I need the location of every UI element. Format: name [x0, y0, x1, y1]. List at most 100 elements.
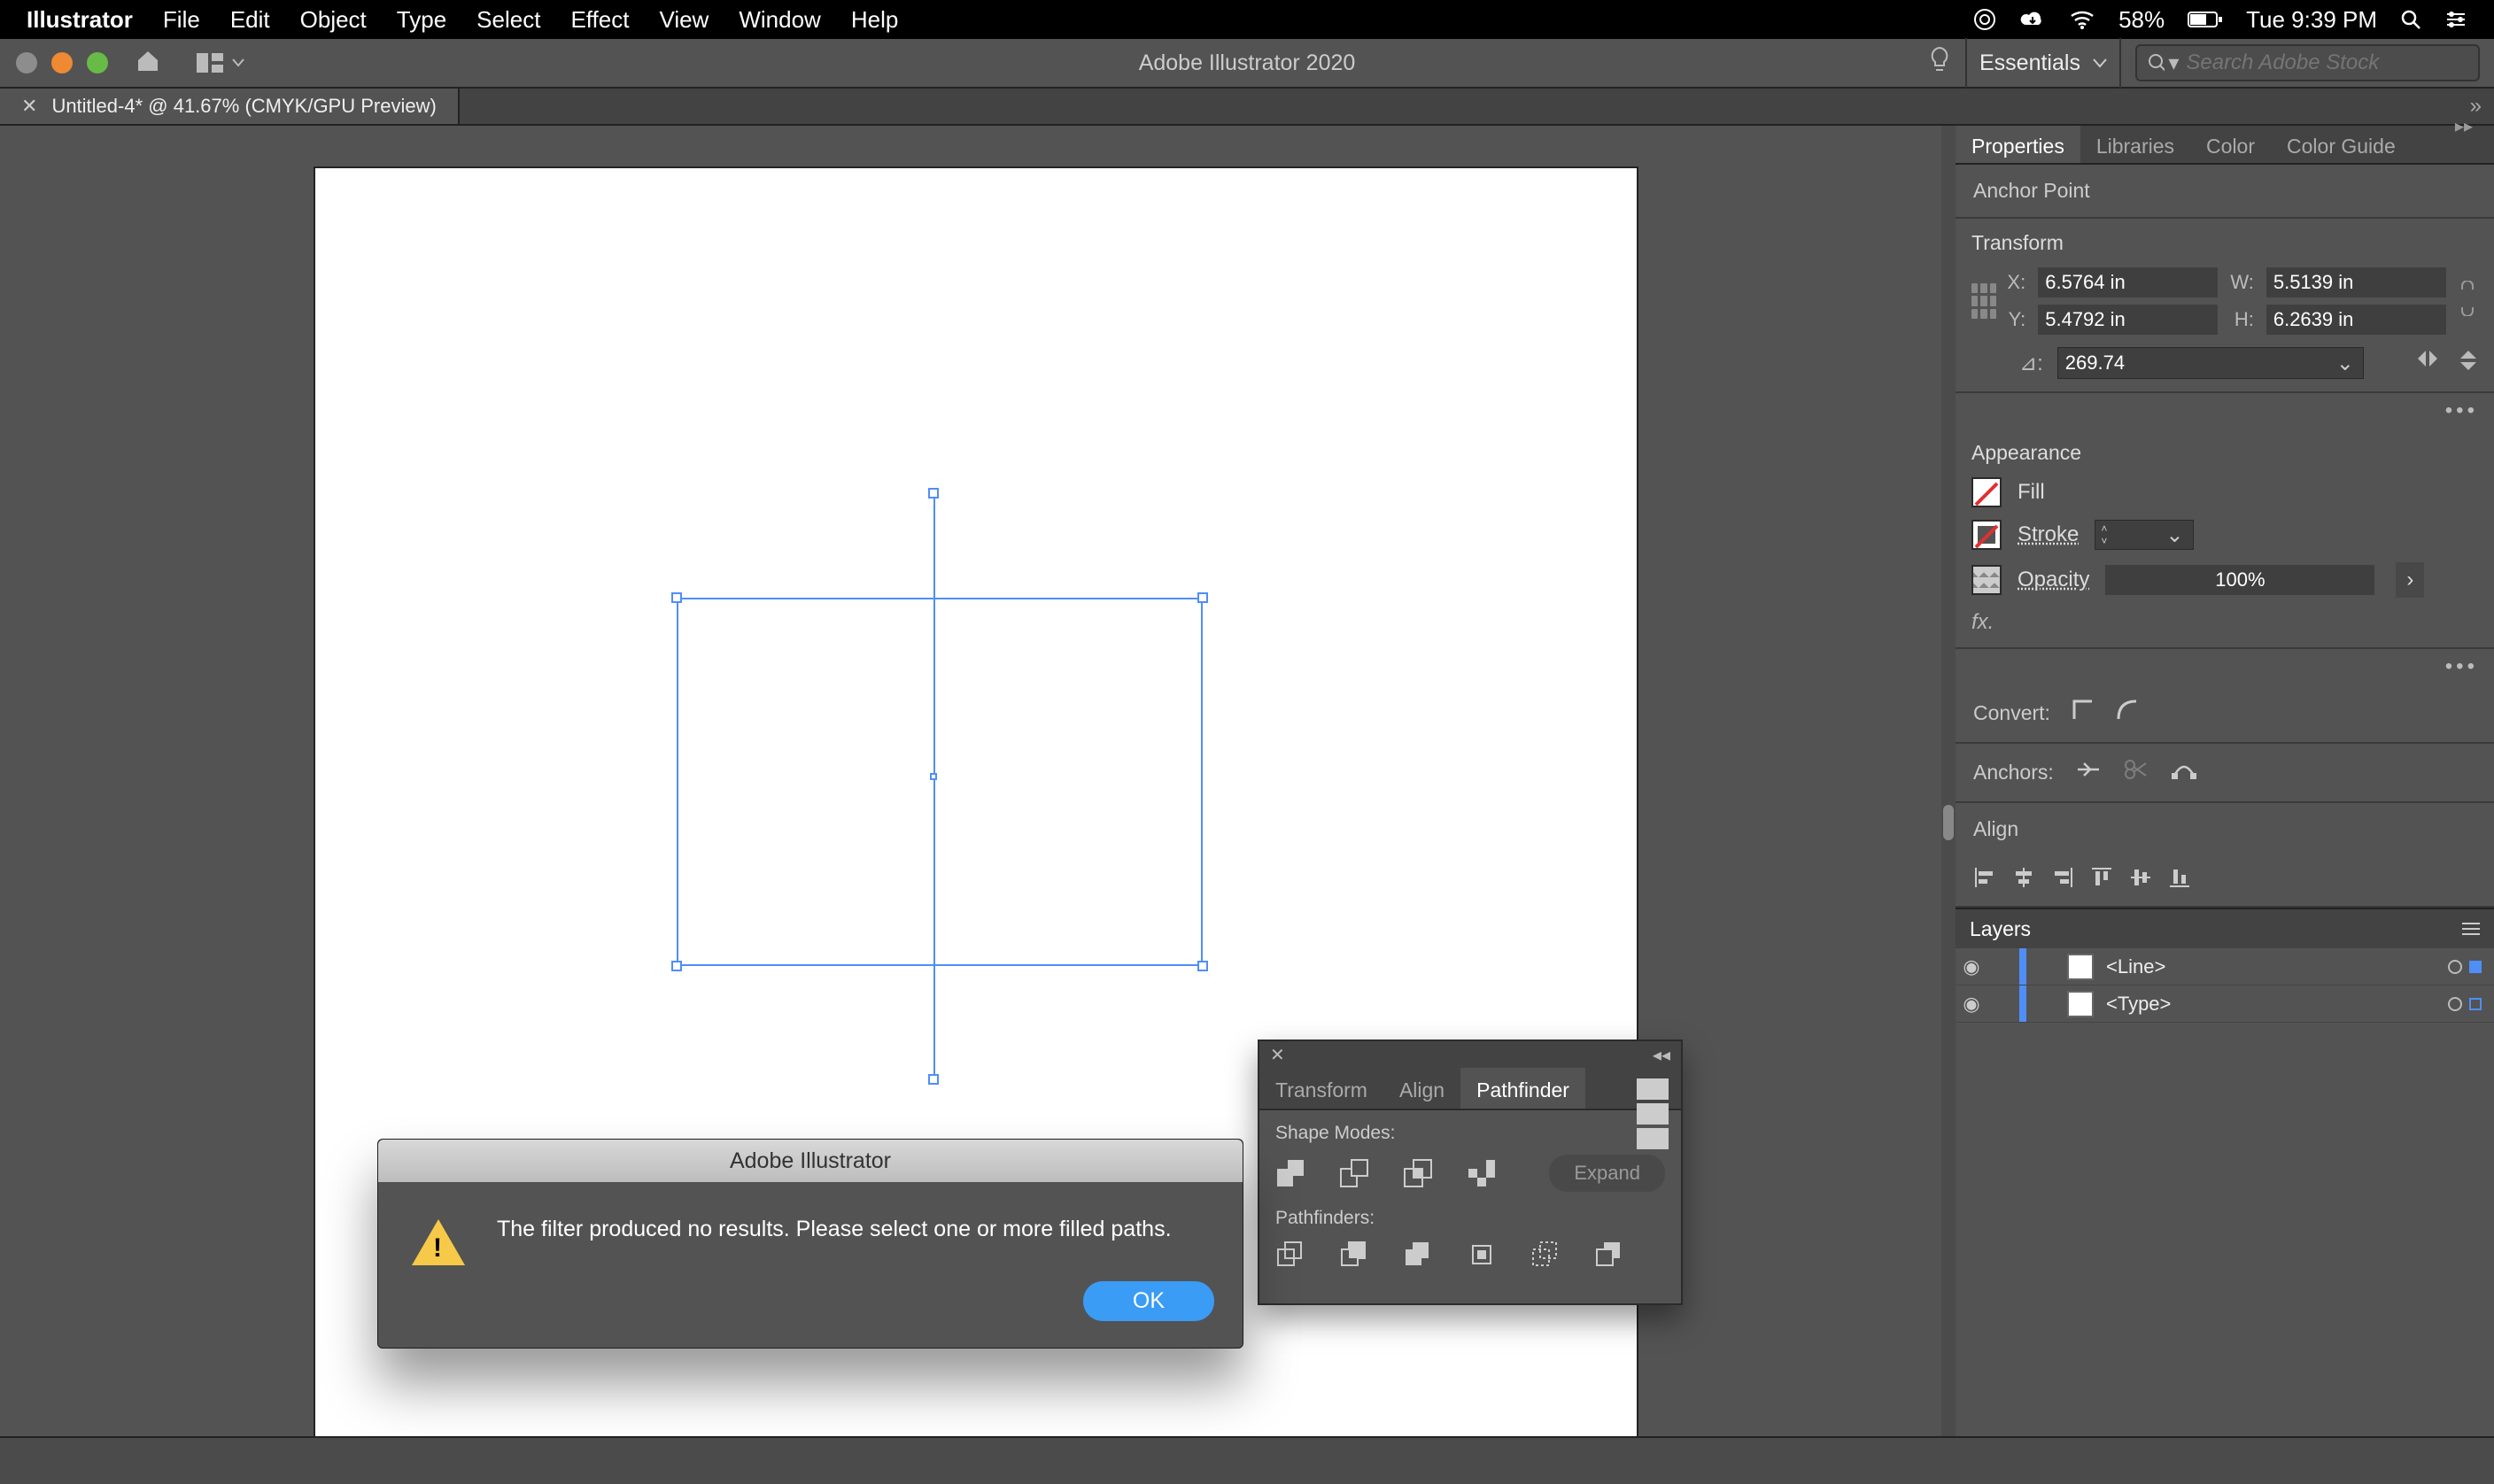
menu-type[interactable]: Type [397, 6, 446, 34]
expand-button[interactable]: Expand [1549, 1155, 1665, 1192]
exclude-icon[interactable] [1467, 1158, 1497, 1188]
pathfinder-panel[interactable]: ✕ ◂◂ Transform Align Pathfinder Shape Mo… [1258, 1040, 1683, 1305]
arrange-documents-icon[interactable] [197, 53, 244, 73]
document-tab[interactable]: ✕ Untitled-4* @ 41.67% (CMYK/GPU Preview… [0, 89, 460, 124]
w-input[interactable] [2266, 267, 2446, 298]
rotate-input[interactable]: ⌄ [2057, 347, 2364, 379]
layer-thumbnail[interactable] [2067, 991, 2094, 1017]
close-window[interactable] [16, 52, 37, 73]
trim-icon[interactable] [1339, 1240, 1369, 1270]
align-vcenter-icon[interactable] [2129, 866, 2152, 895]
h-input[interactable] [2266, 305, 2446, 335]
menu-object[interactable]: Object [300, 6, 367, 34]
tab-properties[interactable]: Properties [1956, 126, 2080, 163]
merge-icon[interactable] [1403, 1240, 1433, 1270]
more-options-icon[interactable]: ••• [1956, 393, 2494, 429]
target-icon[interactable] [2448, 960, 2462, 974]
tab-pathfinder[interactable]: Pathfinder [1460, 1068, 1585, 1109]
menu-effect[interactable]: Effect [570, 6, 629, 34]
collapse-panel-icon[interactable]: ◂◂ [1653, 1044, 1670, 1066]
tips-bulb-icon[interactable] [1928, 46, 1951, 81]
rotate-value[interactable] [2058, 348, 2327, 378]
minimize-window[interactable] [51, 52, 73, 73]
align-top-icon[interactable] [2090, 866, 2113, 895]
collapse-dock-icon[interactable]: ▸▸ [2439, 106, 2489, 146]
divide-icon[interactable] [1275, 1240, 1305, 1270]
stroke-swatch[interactable] [1971, 520, 2002, 550]
cut-path-icon[interactable] [2123, 758, 2149, 787]
anchor-handle[interactable] [671, 961, 682, 971]
layer-row[interactable]: ◉ <Line> [1956, 948, 2494, 985]
convert-smooth-icon[interactable] [2116, 699, 2139, 728]
menu-help[interactable]: Help [851, 6, 898, 34]
flip-horizontal-icon[interactable] [2416, 349, 2439, 378]
constrain-proportions-icon[interactable] [2457, 281, 2478, 322]
remove-anchor-icon[interactable] [2075, 758, 2102, 787]
minus-front-icon[interactable] [1339, 1158, 1369, 1188]
crop-icon[interactable] [1467, 1240, 1497, 1270]
visibility-icon[interactable]: ◉ [1956, 955, 1987, 978]
minus-back-icon[interactable] [1594, 1240, 1624, 1270]
opacity-popup-icon[interactable]: › [2396, 562, 2424, 598]
workspace-switcher[interactable]: Essentials [1965, 38, 2121, 88]
tab-libraries[interactable]: Libraries [2080, 126, 2190, 163]
anchor-handle[interactable] [930, 773, 937, 780]
opacity-swatch[interactable] [1971, 565, 2002, 595]
app-name[interactable]: Illustrator [27, 6, 133, 34]
layer-row[interactable]: ◉ <Type> [1956, 985, 2494, 1023]
tab-color[interactable]: Color [2190, 126, 2271, 163]
clock[interactable]: Tue 9:39 PM [2246, 6, 2377, 34]
visibility-icon[interactable]: ◉ [1956, 993, 1987, 1016]
layers-title[interactable]: Layers [1970, 917, 2031, 941]
home-icon[interactable] [135, 48, 161, 79]
chevron-down-icon[interactable]: ⌄ [2327, 351, 2363, 376]
layer-name[interactable]: <Type> [2106, 993, 2448, 1016]
more-options-icon[interactable]: ••• [1956, 649, 2494, 684]
stroke-weight-input[interactable]: ˄˅ ⌄ [2095, 520, 2193, 550]
selection-bounds[interactable] [677, 493, 1203, 1079]
menu-window[interactable]: Window [739, 6, 820, 34]
fx-button[interactable]: fx. [1971, 610, 2478, 635]
panel-menu-icon[interactable] [1624, 1068, 1681, 1109]
wifi-icon[interactable] [2069, 9, 2095, 30]
search-stock-input[interactable] [2186, 50, 2467, 75]
cc-icon[interactable] [1973, 8, 1996, 31]
vertical-scrollbar[interactable] [1941, 126, 1956, 1484]
layer-name[interactable]: <Line> [2106, 955, 2448, 978]
anchor-handle[interactable] [1197, 961, 1208, 971]
outline-icon[interactable] [1530, 1240, 1561, 1270]
anchor-handle[interactable] [928, 1074, 939, 1085]
layer-thumbnail[interactable] [2067, 954, 2094, 980]
close-tab-icon[interactable]: ✕ [21, 95, 37, 118]
intersect-icon[interactable] [1403, 1158, 1433, 1188]
tab-align[interactable]: Align [1383, 1068, 1460, 1109]
align-bottom-icon[interactable] [2168, 866, 2191, 895]
zoom-window[interactable] [87, 52, 108, 73]
spotlight-icon[interactable] [2400, 9, 2421, 30]
panel-menu-icon[interactable] [2462, 923, 2480, 935]
convert-corner-icon[interactable] [2072, 699, 2095, 728]
control-center-icon[interactable] [2444, 10, 2467, 29]
scrollbar-thumb[interactable] [1943, 805, 1954, 840]
anchor-handle[interactable] [671, 592, 682, 603]
close-panel-icon[interactable]: ✕ [1270, 1044, 1285, 1066]
opacity-input[interactable] [2105, 565, 2374, 595]
menu-select[interactable]: Select [476, 6, 540, 34]
fill-swatch[interactable] [1971, 477, 2002, 507]
anchor-handle[interactable] [928, 488, 939, 499]
menu-file[interactable]: File [163, 6, 200, 34]
selected-rect-path[interactable] [677, 598, 1203, 966]
tab-transform[interactable]: Transform [1259, 1068, 1383, 1109]
tab-color-guide[interactable]: Color Guide [2271, 126, 2412, 163]
chevron-down-icon[interactable]: ⌄ [2157, 522, 2192, 548]
x-input[interactable] [2038, 267, 2218, 298]
flip-vertical-icon[interactable] [2459, 349, 2478, 378]
menu-view[interactable]: View [659, 6, 709, 34]
align-left-icon[interactable] [1973, 866, 1996, 895]
collapsed-tool-panel[interactable] [0, 126, 12, 1484]
reference-point-grid[interactable] [1971, 283, 1996, 319]
unite-icon[interactable] [1275, 1158, 1305, 1188]
ok-button[interactable]: OK [1083, 1281, 1214, 1321]
align-right-icon[interactable] [2051, 866, 2074, 895]
anchor-handle[interactable] [1197, 592, 1208, 603]
